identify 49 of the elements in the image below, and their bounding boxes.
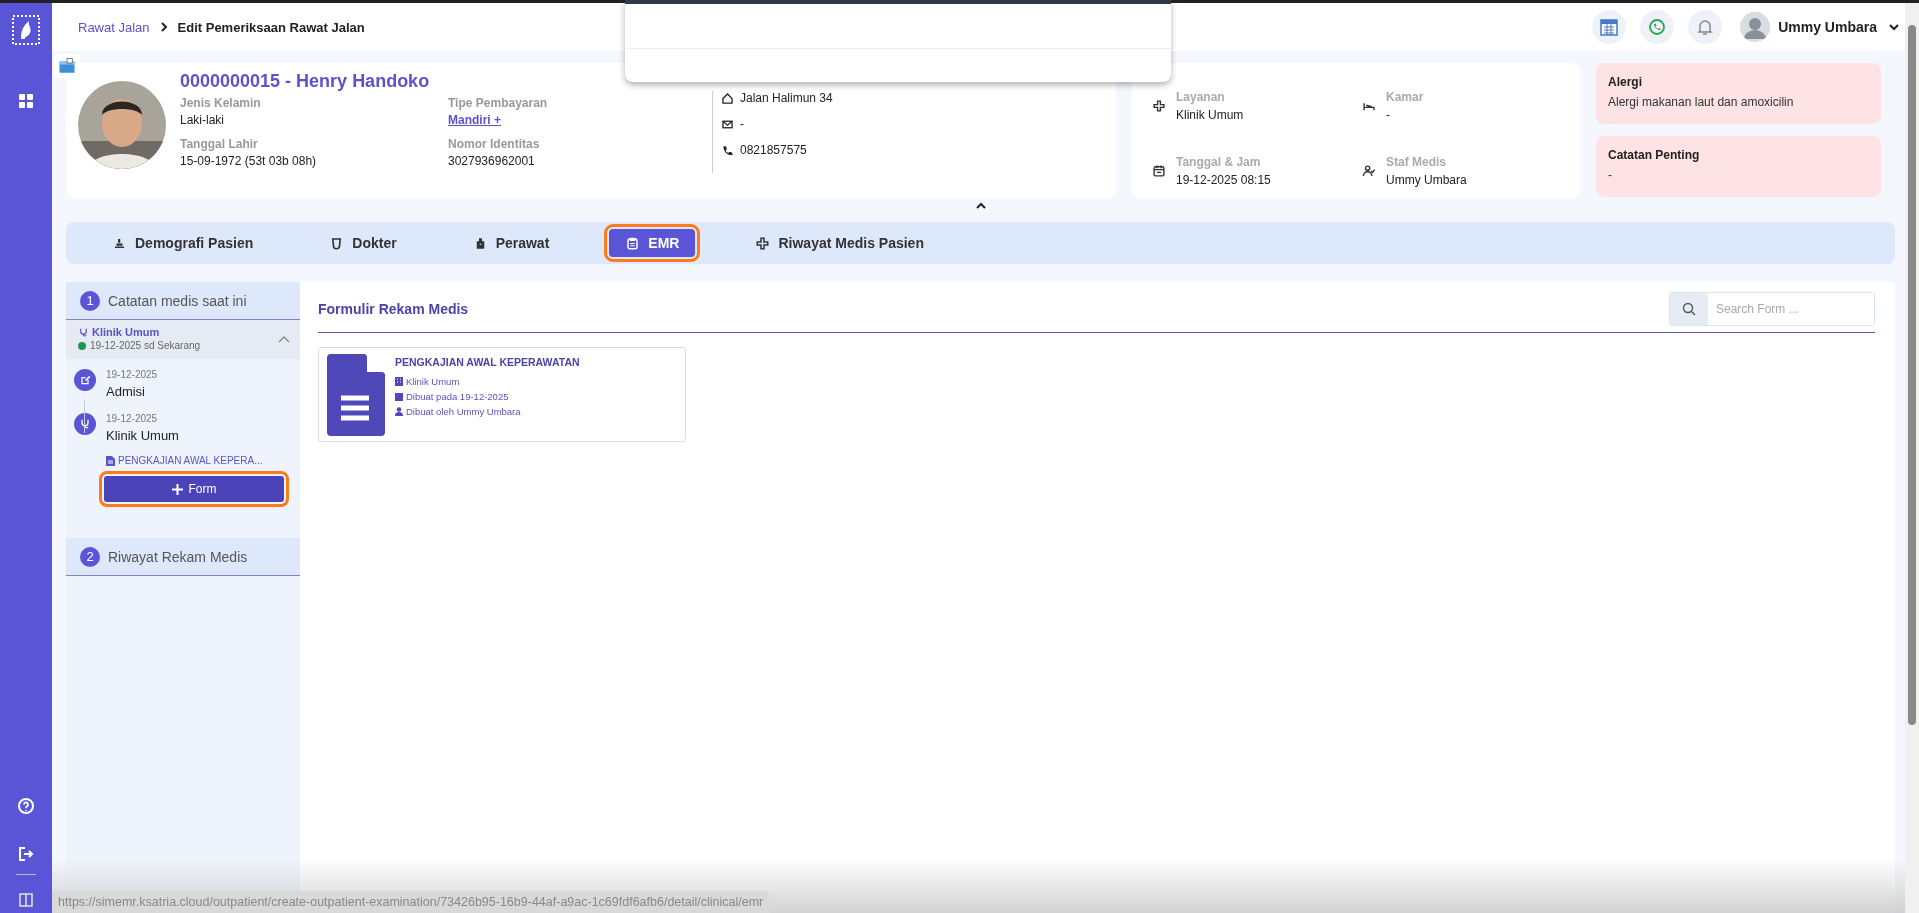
section-header[interactable]: 1 Catatan medis saat ini bbox=[66, 282, 300, 320]
contact-text: Jalan Halimun 34 bbox=[740, 91, 833, 105]
field-label: Jenis Kelamin bbox=[180, 96, 262, 110]
tab[interactable]: Perawat bbox=[456, 229, 566, 257]
contact-text: 0821857575 bbox=[740, 143, 807, 157]
visit-group[interactable]: Klinik Umum 19-12-2025 sd Sekarang bbox=[66, 320, 300, 359]
note-title: Alergi bbox=[1608, 75, 1643, 89]
field-label: Layanan bbox=[1176, 89, 1226, 104]
timeline-date: 19-12-2025 bbox=[106, 413, 159, 424]
timeline-title[interactable]: Admisi bbox=[106, 384, 158, 399]
section-header[interactable]: 2 Riwayat Rekam Medis bbox=[66, 538, 300, 576]
payment-link[interactable]: Mandiri + bbox=[448, 113, 501, 127]
document-link[interactable]: PENGKAJIAN AWAL KEPERA... bbox=[118, 455, 263, 466]
form-meta: Klinik Umum bbox=[406, 376, 460, 387]
status-url: https://simemr.ksatria.cloud/outpatient/create-outpatient-examination/73426b95-16b9-44af-a9ac-1c69fdf6afb6/detail/clinical/emr bbox=[52, 891, 770, 913]
field-value: Ummy Umbara bbox=[1386, 173, 1467, 188]
field-label: Tanggal & Jam bbox=[1176, 155, 1262, 170]
field-label: Staf Medis bbox=[1386, 155, 1447, 170]
form-meta: Dibuat pada 19-12-2025 bbox=[406, 391, 509, 402]
tab[interactable]: Dokter bbox=[313, 229, 413, 257]
note-text: - bbox=[1608, 168, 1613, 182]
field-value: 15-09-1972 (53t 03b 08h) bbox=[180, 154, 317, 168]
field-value: 19-12-2025 08:15 bbox=[1176, 173, 1271, 188]
patient-name: 0000000015 - Henry Handoko bbox=[180, 71, 431, 92]
page-title: Edit Pemeriksaan Rawat Jalan bbox=[177, 19, 365, 35]
field-label: Kamar bbox=[1386, 89, 1424, 104]
visit-name: Klinik Umum bbox=[92, 326, 160, 338]
form-title[interactable]: PENGKAJIAN AWAL KEPERAWATAN bbox=[395, 356, 580, 368]
contact-text: - bbox=[740, 117, 744, 131]
field-value: 3027936962001 bbox=[448, 154, 535, 168]
note-title: Catatan Penting bbox=[1608, 148, 1701, 162]
field-label: Tipe Pembayaran bbox=[448, 96, 549, 110]
form-card[interactable]: PENGKAJIAN AWAL KEPERAWATAN Klinik Umum Dibuat pada 19-12-2025 Dibuat oleh Ummy Umbara bbox=[318, 347, 686, 442]
field-value: Klinik Umum bbox=[1176, 107, 1244, 122]
panel-title: Formulir Rekam Medis bbox=[318, 301, 470, 317]
form-meta: Dibuat oleh Ummy Umbara bbox=[406, 406, 521, 417]
visit-period: 19-12-2025 sd Sekarang bbox=[90, 340, 201, 351]
field-value: - bbox=[1386, 107, 1391, 122]
timeline-title[interactable]: Klinik Umum bbox=[106, 428, 263, 443]
field-label: Tanggal Lahir bbox=[180, 137, 259, 151]
tab[interactable]: Demografi Pasien bbox=[96, 229, 270, 257]
tab[interactable]: Riwayat Medis Pasien bbox=[739, 229, 940, 257]
note-text: Alergi makanan laut dan amoxicilin bbox=[1608, 95, 1795, 109]
search-field[interactable]: Search Form ... bbox=[1669, 292, 1875, 326]
breadcrumb-link[interactable]: Rawat Jalan bbox=[78, 19, 150, 35]
timeline-date: 19-12-2025 bbox=[106, 369, 158, 380]
field-value: Laki-laki bbox=[180, 113, 224, 127]
user-name[interactable]: Ummy Umbara bbox=[1778, 19, 1877, 35]
field-label: Nomor Identitas bbox=[448, 137, 541, 151]
